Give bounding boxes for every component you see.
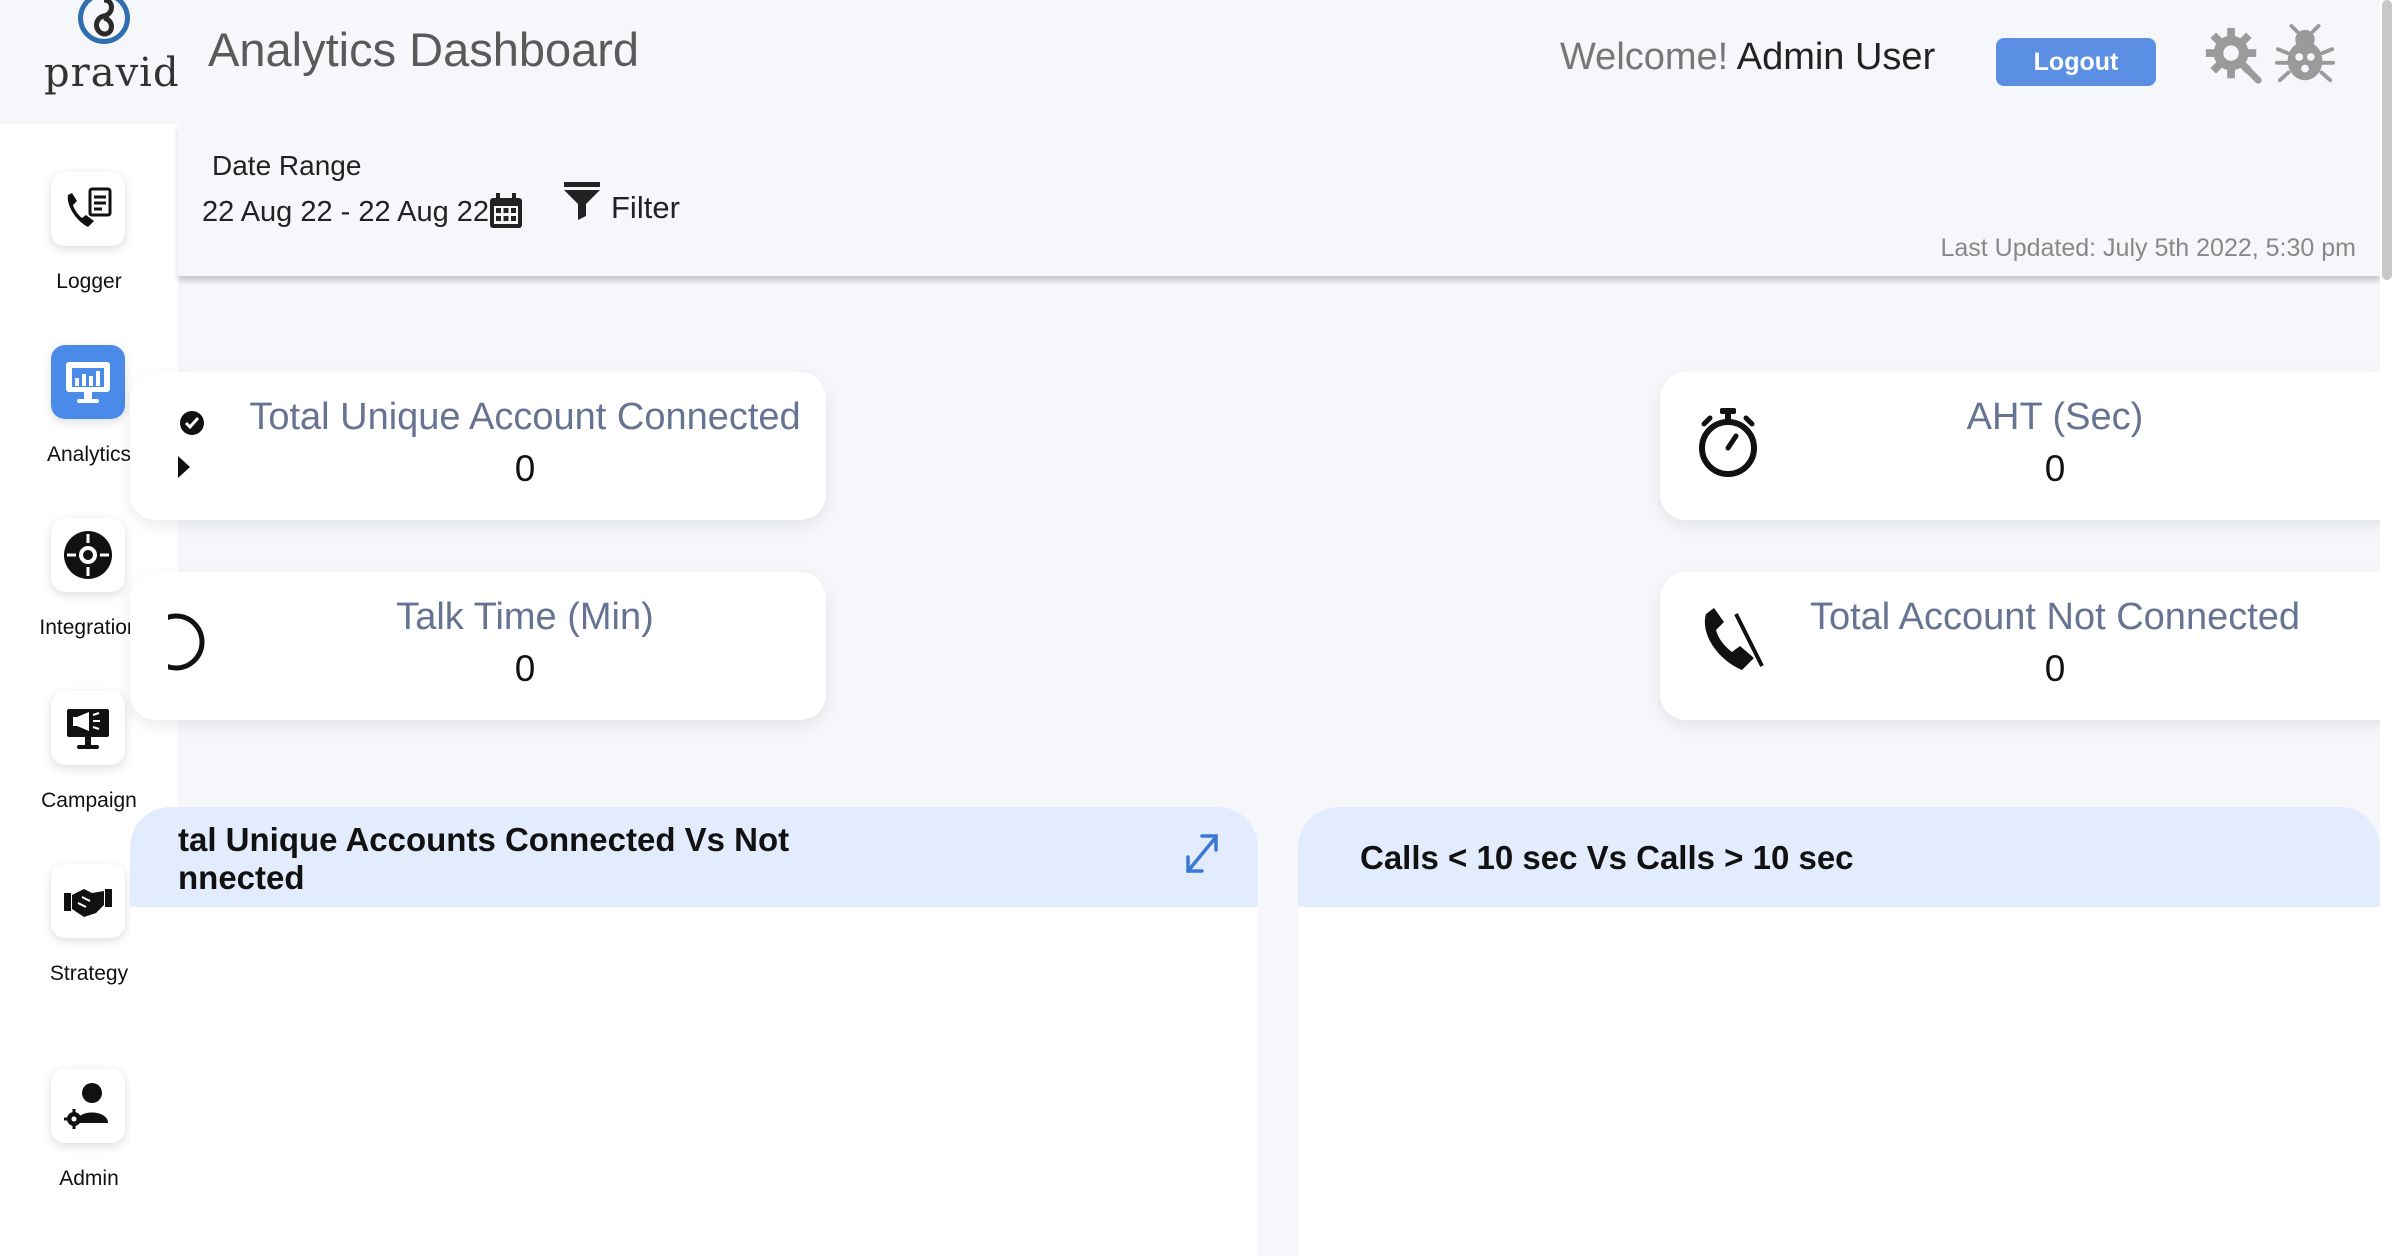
panel-header: tal Unique Accounts Connected Vs Not nne… <box>130 807 1258 907</box>
top-header: pravid Analytics Dashboard Welcome! Admi… <box>0 0 2400 124</box>
page-title: Analytics Dashboard <box>208 23 640 76</box>
sidebar-tile[interactable] <box>51 518 125 592</box>
filter-button[interactable]: Filter <box>611 190 680 226</box>
panel-title: Calls < 10 sec Vs Calls > 10 sec <box>1360 839 1854 876</box>
stat-card-not-connected: Total Account Not Connected 0 <box>1660 572 2400 720</box>
analytics-monitor-icon <box>66 362 110 403</box>
brand-logo[interactable]: pravid <box>18 0 179 100</box>
panel-title-line: nnected <box>178 859 305 896</box>
bug-icon[interactable] <box>2274 24 2336 86</box>
date-range-value[interactable]: 22 Aug 22 - 22 Aug 22 <box>202 196 489 229</box>
stat-value: 0 <box>2044 448 2066 489</box>
chart-panel-connected-vs-not: tal Unique Accounts Connected Vs Not nne… <box>130 807 1258 1256</box>
stat-title: AHT (Sec) <box>1966 396 2144 438</box>
clock-icon <box>168 613 205 671</box>
play-marker-icon <box>178 456 190 478</box>
logo-text: pravid <box>44 50 180 96</box>
integration-hub-icon <box>64 531 112 579</box>
stat-title: Total Account Not Connected <box>1809 596 2301 638</box>
stat-title: Talk Time (Min) <box>396 596 654 638</box>
sidebar-tile[interactable] <box>51 1069 125 1143</box>
handshake-icon <box>64 889 112 917</box>
sidebar-tile[interactable] <box>51 345 125 419</box>
stat-title: Total Unique Account Connected <box>249 396 801 438</box>
page-scrollbar-thumb[interactable] <box>2382 0 2392 280</box>
chart-panel-call-duration: Calls < 10 sec Vs Calls > 10 sec <box>1298 807 2380 1256</box>
admin-user-icon <box>64 1083 108 1129</box>
expand-icon[interactable] <box>1182 831 1222 877</box>
check-circle-icon <box>180 411 204 435</box>
stat-value: 0 <box>514 648 536 689</box>
panel-title-line: tal Unique Accounts Connected Vs Not <box>178 821 790 858</box>
panel-header: Calls < 10 sec Vs Calls > 10 sec <box>1298 807 2380 907</box>
campaign-megaphone-icon <box>67 709 109 749</box>
welcome-prefix: Welcome! <box>1560 36 1729 78</box>
calendar-icon[interactable] <box>488 192 524 230</box>
panel-title: tal Unique Accounts Connected Vs Not nne… <box>178 821 789 897</box>
sidebar-tile[interactable] <box>51 864 125 938</box>
stat-card-talk-time: Talk Time (Min) 0 <box>130 572 826 720</box>
filter-icon[interactable] <box>562 180 602 220</box>
stat-value: 0 <box>514 448 536 489</box>
logout-button[interactable]: Logout <box>1996 38 2156 86</box>
stopwatch-icon <box>1699 408 1757 477</box>
welcome-message: Welcome! Admin User <box>1560 36 1935 79</box>
date-range-label: Date Range <box>212 150 362 181</box>
phone-log-icon <box>67 187 112 227</box>
stat-card-unique-connected: Total Unique Account Connected 0 <box>130 372 826 520</box>
logo-mark-icon <box>78 0 130 44</box>
sidebar-tile[interactable] <box>51 691 125 765</box>
sidebar-item-label: Logger <box>56 270 122 293</box>
phone-disconnected-icon <box>1704 608 1766 670</box>
stat-card-aht: AHT (Sec) 0 <box>1660 372 2400 520</box>
stat-value: 0 <box>2044 648 2066 689</box>
user-name: Admin User <box>1736 36 1936 78</box>
filter-bar: Date Range 22 Aug 22 - 22 Aug 22 Filter … <box>178 124 2380 276</box>
sidebar-tile[interactable] <box>51 172 125 246</box>
gear-icon[interactable] <box>2202 24 2264 86</box>
last-updated-text: Last Updated: July 5th 2022, 5:30 pm <box>1940 234 2356 262</box>
